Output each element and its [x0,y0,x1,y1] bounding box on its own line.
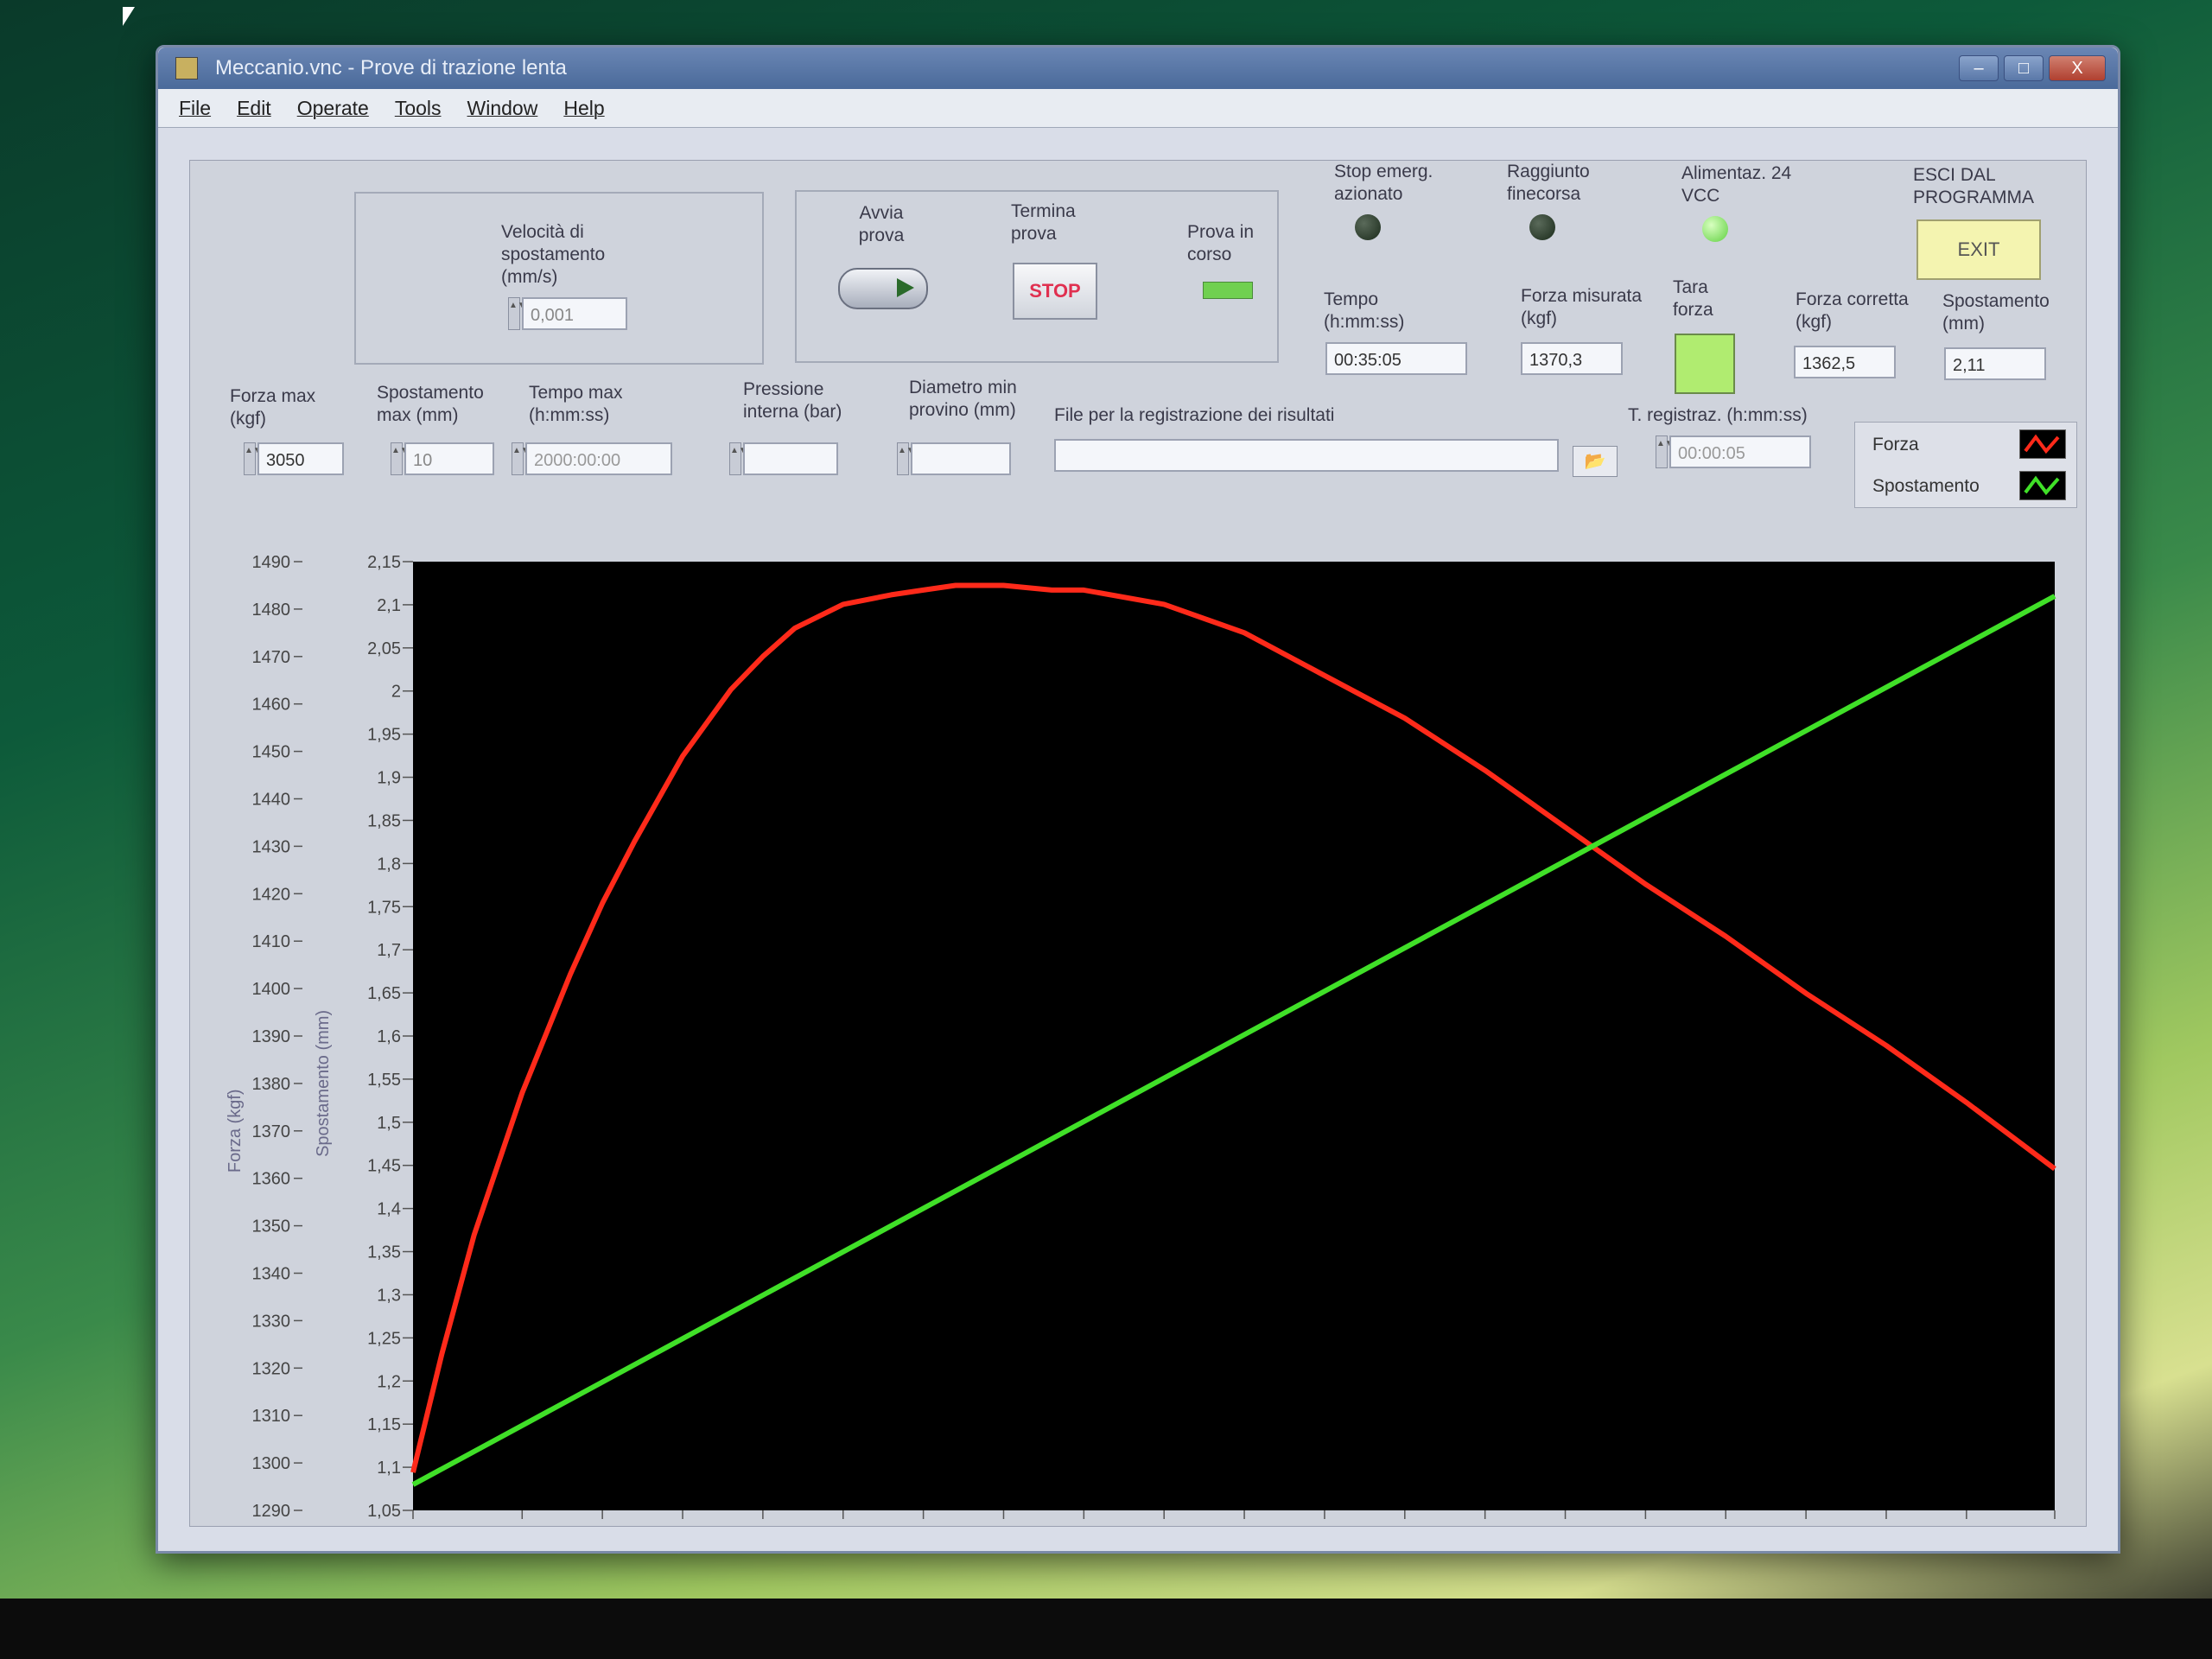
y-right-tick-label: 1,3 [377,1286,401,1305]
y-left-tick-label: 1390 [252,1027,291,1046]
y-right-tick-label: 1,1 [377,1459,401,1478]
y-left-tick-label: 1460 [252,696,291,715]
y-left-tick-label: 1400 [252,980,291,999]
title-bar[interactable]: Meccanio.vnc - Prove di trazione lenta –… [158,48,2118,89]
y-left-axis-label: Forza (kgf) [226,1089,245,1173]
minimize-button[interactable]: – [1959,55,1999,81]
menu-edit[interactable]: Edit [237,97,271,120]
y-left-tick-label: 1480 [252,601,291,620]
y-left-tick-label: 1290 [252,1502,291,1521]
y-right-tick-label: 1,65 [367,984,401,1003]
window-title: Meccanio.vnc - Prove di trazione lenta [215,56,567,79]
y-right-tick-label: 1,7 [377,941,401,960]
maximize-button[interactable]: □ [2004,55,2044,81]
y-left-tick-label: 1310 [252,1407,291,1426]
menu-window[interactable]: Window [467,97,538,120]
y-right-tick-label: 1,6 [377,1027,401,1046]
y-right-tick-label: 1,55 [367,1071,401,1090]
y-right-tick-label: 1,4 [377,1200,401,1219]
y-left-tick-label: 1440 [252,791,291,810]
app-window: Meccanio.vnc - Prove di trazione lenta –… [156,45,2120,1554]
y-right-tick-label: 2,1 [377,596,401,615]
y-right-tick-label: 1,8 [377,855,401,874]
y-left-tick-label: 1300 [252,1454,291,1473]
y-right-tick-label: 1,05 [367,1502,401,1521]
y-right-tick-label: 1,95 [367,726,401,745]
front-panel: Velocità di spostamento (mm/s) ▲▼ 0,001 … [189,160,2087,1527]
app-icon [175,57,198,79]
y-right-tick-label: 1,45 [367,1157,401,1176]
y-left-tick-label: 1340 [252,1265,291,1284]
y-right-tick-label: 1,15 [367,1415,401,1434]
y-right-tick-label: 1,35 [367,1243,401,1262]
y-right-tick-label: 2,05 [367,639,401,658]
y-right-tick-label: 1,2 [377,1372,401,1391]
y-left-tick-label: 1360 [252,1170,291,1189]
y-right-tick-label: 2 [391,683,401,702]
menu-file[interactable]: File [179,97,211,120]
y-left-tick-label: 1470 [252,648,291,667]
y-left-tick-label: 1320 [252,1359,291,1378]
menu-help[interactable]: Help [563,97,604,120]
y-left-tick-label: 1330 [252,1312,291,1331]
menu-operate[interactable]: Operate [297,97,369,120]
y-left-tick-label: 1380 [252,1075,291,1094]
mouse-cursor [123,7,135,26]
y-right-tick-label: 1,9 [377,769,401,788]
monitor-bezel [0,1599,2212,1659]
y-left-tick-label: 1350 [252,1217,291,1236]
menu-bar: File Edit Operate Tools Window Help [158,89,2118,128]
close-button[interactable]: X [2049,55,2106,81]
plot-area [413,562,2055,1510]
y-right-tick-label: 1,75 [367,898,401,917]
y-left-tick-label: 1410 [252,932,291,951]
force-displacement-chart: 1290 1300 1310 1320 1330 1340 1350 1360 1370 1380… [226,553,2056,1521]
y-left-tick-label: 1370 [252,1122,291,1141]
y-right-axis-label: Spostamento (mm) [314,1010,333,1157]
y-left-tick-label: 1420 [252,885,291,904]
y-right-tick-label: 1,5 [377,1114,401,1133]
menu-tools[interactable]: Tools [395,97,442,120]
y-left-tick-label: 1450 [252,743,291,762]
y-left-tick-label: 1430 [252,837,291,856]
y-right-tick-label: 2,15 [367,553,401,572]
y-left-tick-label: 1490 [252,553,291,572]
y-right-tick-label: 1,85 [367,811,401,830]
y-right-tick-label: 1,25 [367,1329,401,1348]
